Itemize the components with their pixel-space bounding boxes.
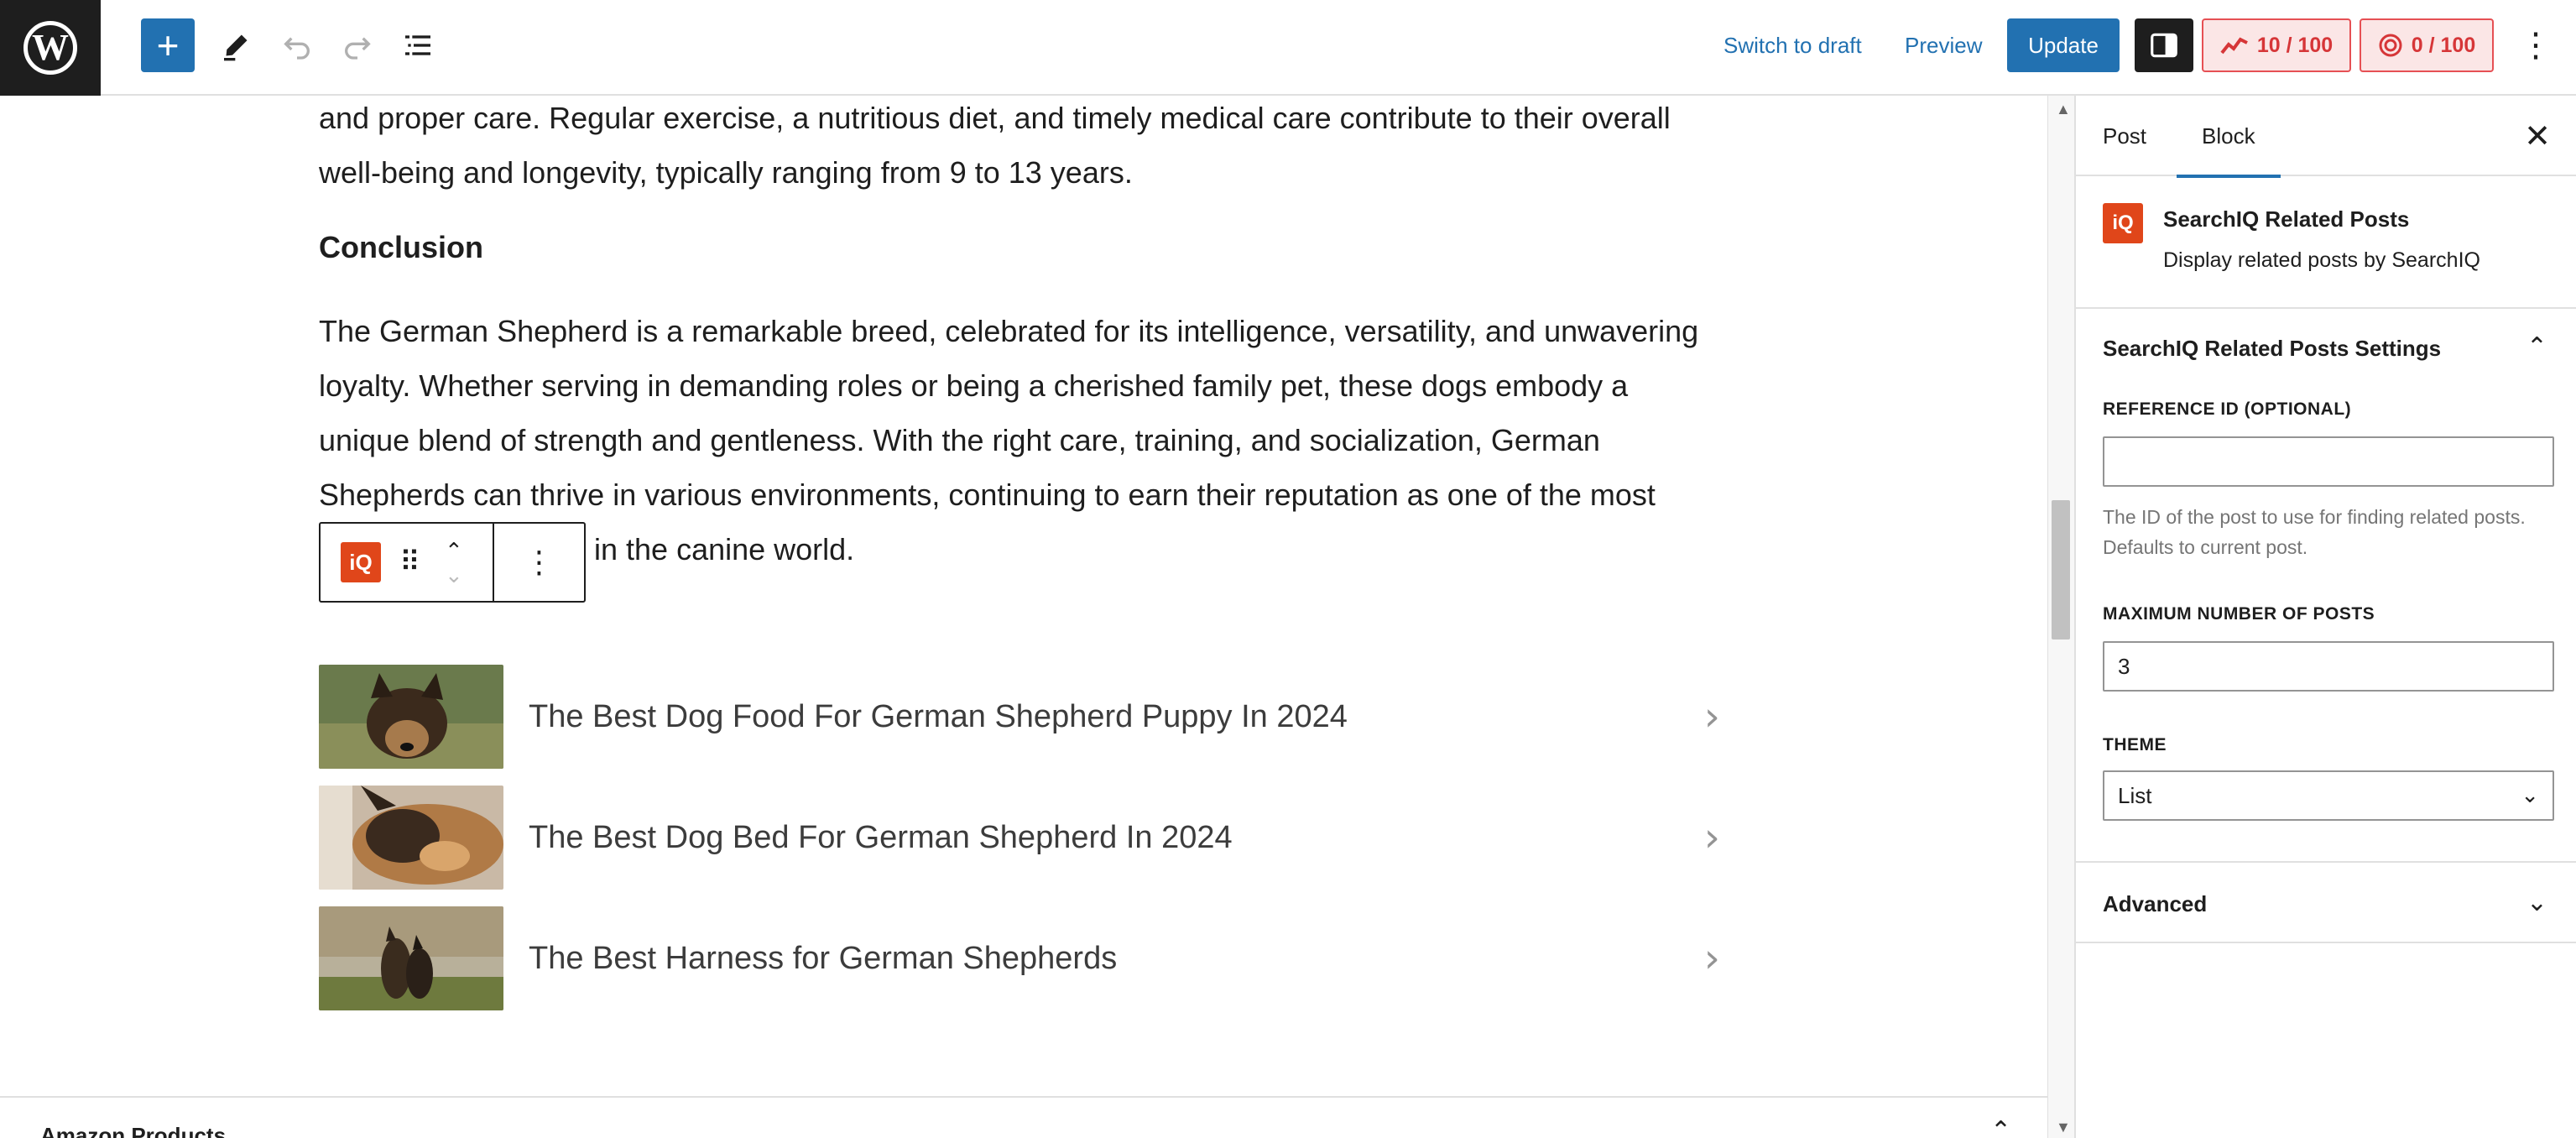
reference-id-input[interactable] (2103, 436, 2554, 487)
amazon-products-title[interactable]: Amazon Products (40, 1123, 226, 1138)
advanced-panel[interactable]: Advanced ⌄ (2076, 863, 2576, 943)
chevron-down-icon: ⌄ (2521, 782, 2539, 807)
related-post-item[interactable]: The Best Harness for German Shepherds › (319, 898, 1729, 1019)
settings-sidebar: Post Block ✕ iQ SearchIQ Related Posts D… (2074, 96, 2576, 1138)
block-options-icon[interactable]: ⋮ (494, 545, 584, 580)
paragraph-line: and proper care. Regular exercise, a nut… (319, 101, 1671, 135)
heading-conclusion[interactable]: Conclusion (319, 230, 1729, 265)
block-description: Display related posts by SearchIQ (2163, 248, 2480, 272)
paragraph-line: The German Shepherd is a remarkable bree… (319, 314, 1699, 348)
tools-button[interactable] (210, 18, 263, 72)
list-view-icon (405, 35, 430, 55)
advanced-panel-title[interactable]: Advanced (2103, 891, 2207, 917)
dog-bed-thumbnail (319, 786, 503, 890)
redo-button[interactable] (331, 18, 384, 72)
editor-scrollbar[interactable]: ▲ ▼ (2047, 96, 2074, 1138)
paragraph-line: loyalty. Whether serving in demanding ro… (319, 368, 1629, 403)
reference-id-help: The ID of the post to use for finding re… (2103, 506, 2526, 558)
plus-icon: + (156, 23, 180, 67)
settings-panel-title[interactable]: SearchIQ Related Posts Settings (2103, 336, 2441, 362)
theme-select[interactable]: List ⌄ (2103, 770, 2554, 821)
preview-button[interactable]: Preview (1905, 18, 1982, 72)
readability-score-value: 0 / 100 (2411, 33, 2476, 57)
readability-score-icon (2379, 34, 2402, 57)
searchiq-block-icon: iQ (2103, 203, 2143, 243)
harness-thumbnail (319, 906, 503, 1010)
readability-score-button[interactable]: 0 / 100 (2360, 18, 2494, 72)
options-button[interactable]: ⋮ (2519, 18, 2553, 72)
paragraph-block-care[interactable]: and proper care. Regular exercise, a nut… (319, 96, 1729, 200)
move-up-icon[interactable]: ⌃ (445, 539, 463, 562)
settings-panel-toggle[interactable] (2135, 18, 2193, 72)
chevron-right-icon: › (1703, 693, 1720, 740)
sidebar-icon (2151, 33, 2177, 58)
reference-id-label: REFERENCE ID (OPTIONAL) (2103, 399, 2352, 419)
scroll-down-arrow-icon[interactable]: ▼ (2056, 1119, 2071, 1136)
related-post-title[interactable]: The Best Dog Food For German Shepherd Pu… (529, 699, 1348, 735)
max-posts-label: MAXIMUM NUMBER OF POSTS (2103, 604, 2375, 624)
theme-label: THEME (2103, 735, 2167, 754)
seo-score-icon (2220, 37, 2248, 55)
chevron-right-icon: › (1703, 814, 1720, 861)
chevron-up-icon[interactable]: ⌃ (1990, 1116, 2011, 1138)
editor-canvas[interactable]: and proper care. Regular exercise, a nut… (0, 96, 2047, 1138)
chevron-right-icon: › (1703, 935, 1720, 982)
editor-header: W + Switch to draft Preview Update 10 / … (0, 0, 2576, 96)
wordpress-logo-icon[interactable]: W (0, 0, 101, 96)
related-post-title[interactable]: The Best Harness for German Shepherds (529, 941, 1117, 977)
related-post-item[interactable]: The Best Dog Food For German Shepherd Pu… (319, 656, 1729, 777)
undo-icon (284, 37, 310, 60)
sidebar-tabs: Post Block ✕ (2076, 96, 2576, 178)
paragraph-line: unique blend of strength and gentleness.… (319, 423, 1600, 457)
block-card: iQ SearchIQ Related Posts Display relate… (2076, 176, 2576, 309)
tab-block[interactable]: Block (2177, 96, 2280, 178)
kebab-icon: ⋮ (2519, 27, 2553, 64)
block-name: SearchIQ Related Posts (2163, 206, 2410, 232)
searchiq-settings-panel: SearchIQ Related Posts Settings ⌃ REFERE… (2076, 309, 2576, 863)
max-posts-input[interactable]: 3 (2103, 641, 2554, 692)
scroll-up-arrow-icon[interactable]: ▲ (2056, 101, 2071, 118)
move-block-controls: ⌃ ⌃ (437, 539, 471, 587)
puppy-thumbnail (319, 665, 503, 769)
paragraph-line: Shepherds can thrive in various environm… (319, 478, 1656, 512)
drag-handle-icon[interactable]: ⠿ (399, 546, 420, 579)
add-block-button[interactable]: + (141, 18, 195, 72)
chevron-up-icon[interactable]: ⌃ (2526, 332, 2547, 362)
seo-score-value: 10 / 100 (2256, 33, 2334, 57)
seo-score-button[interactable]: 10 / 100 (2202, 18, 2351, 72)
paragraph-line: well-being and longevity, typically rang… (319, 155, 1133, 190)
theme-select-value: List (2118, 782, 2152, 808)
undo-button[interactable] (270, 18, 324, 72)
related-post-title[interactable]: The Best Dog Bed For German Shepherd In … (529, 820, 1233, 856)
redo-icon (345, 37, 371, 60)
chevron-down-icon[interactable]: ⌄ (2526, 888, 2547, 917)
switch-to-draft-button[interactable]: Switch to draft (1723, 18, 1862, 72)
pencil-icon (224, 34, 248, 61)
move-down-icon[interactable]: ⌃ (445, 561, 463, 587)
related-posts-block[interactable]: The Best Dog Food For German Shepherd Pu… (319, 656, 1729, 1019)
update-button[interactable]: Update (2007, 18, 2120, 72)
document-overview-button[interactable] (391, 18, 445, 72)
amazon-products-metabox: Amazon Products ⌃ (0, 1096, 2047, 1138)
block-toolbar: iQ ⠿ ⌃ ⌃ ⋮ (319, 522, 586, 603)
close-icon[interactable]: ✕ (2524, 117, 2551, 155)
searchiq-block-icon[interactable]: iQ (341, 542, 381, 582)
scrollbar-thumb[interactable] (2052, 500, 2070, 639)
tab-post[interactable]: Post (2103, 96, 2146, 176)
related-post-item[interactable]: The Best Dog Bed For German Shepherd In … (319, 777, 1729, 898)
wordpress-logo-glyph: W (23, 21, 77, 75)
